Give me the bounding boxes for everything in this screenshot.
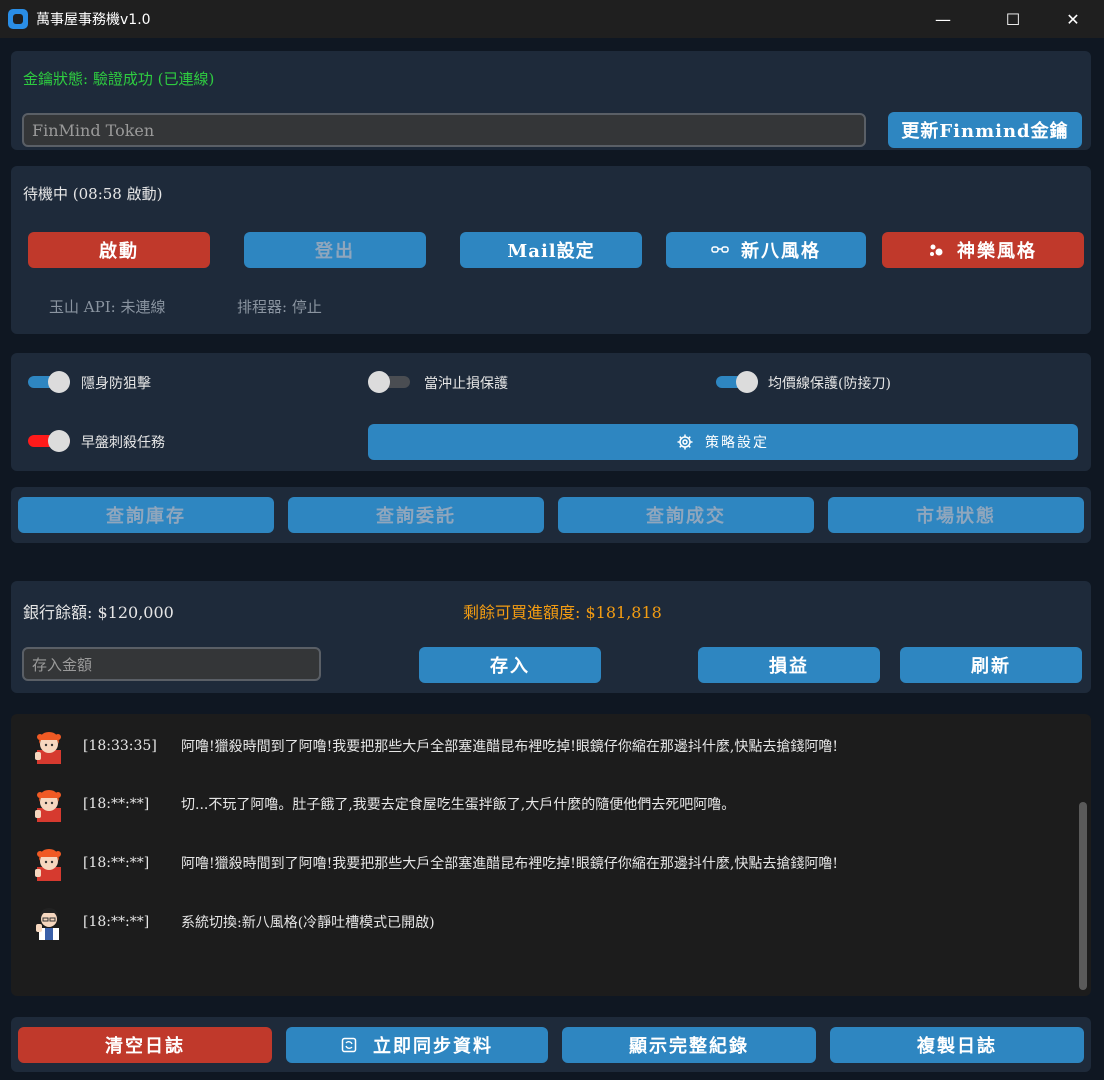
run-status: 待機中 (08:58 啟動) [23, 185, 163, 203]
log-message: 阿噜!獵殺時間到了阿噜!我要把那些大戶全部塞進醋昆布裡吃掉!眼鏡仔你縮在那邊抖什… [181, 856, 838, 872]
log-scrollbar[interactable] [1079, 802, 1087, 990]
strategy-settings-button[interactable]: 策略設定 [368, 424, 1078, 460]
shinpachi-style-button[interactable]: 新八風格 [666, 232, 866, 268]
close-button[interactable]: ✕ [1050, 0, 1096, 38]
kagura-avatar [31, 786, 67, 822]
maximize-icon: ☐ [1005, 9, 1021, 29]
log-time: [18:**:**] [83, 914, 150, 930]
start-button[interactable]: 啟動 [28, 232, 210, 268]
control-panel: 待機中 (08:58 啟動) 啟動 登出 Mail設定 新八風格 神樂風格 玉山… [11, 166, 1091, 334]
refresh-button[interactable]: 刷新 [900, 647, 1082, 683]
copy-log-button[interactable]: 複製日誌 [830, 1027, 1084, 1063]
minimize-button[interactable]: — [920, 0, 966, 38]
app-icon [8, 9, 28, 29]
stealth-toggle[interactable] [28, 371, 70, 393]
deposit-placeholder: 存入金額 [32, 655, 93, 674]
paw-icon [930, 244, 943, 256]
title-bar: 萬事屋事務機v1.0 — ☐ ✕ [0, 0, 1104, 38]
bank-panel: 銀行餘額: $120,000 剩餘可買進額度: $181,818 存入金額 存入… [11, 581, 1091, 693]
shinpachi-avatar [31, 904, 67, 940]
vwap-protect-toggle[interactable] [716, 371, 758, 393]
log-entry: [18:**:**] 系統切換:新八風格(冷靜吐槽模式已開啟) [31, 902, 435, 942]
sync-icon [341, 1037, 357, 1053]
market-status-button[interactable]: 市場狀態 [828, 497, 1084, 533]
token-placeholder: FinMind Token [32, 120, 155, 140]
stealth-label: 隱身防狙擊 [81, 376, 151, 392]
log-message: 切...不玩了阿噜。肚子餓了,我要去定食屋吃生蛋拌飯了,大戶什麼的隨便他們去死吧… [181, 797, 736, 813]
log-time: [18:**:**] [83, 855, 150, 871]
log-panel[interactable]: [18:33:35] 阿噜!獵殺時間到了阿噜!我要把那些大戶全部塞進醋昆布裡吃掉… [11, 714, 1091, 996]
logout-button[interactable]: 登出 [244, 232, 426, 268]
key-panel: 金鑰狀態: 驗證成功 (已連線) FinMind Token 更新Finmind… [11, 51, 1091, 150]
maximize-button[interactable]: ☐ [990, 0, 1036, 38]
morning-assassin-toggle[interactable] [28, 430, 70, 452]
kagura-avatar [31, 728, 67, 764]
close-icon: ✕ [1066, 9, 1080, 29]
vwap-protect-label: 均價線保護(防接刀) [768, 376, 891, 392]
query-orders-button[interactable]: 查詢委託 [288, 497, 544, 533]
minimize-icon: — [935, 9, 951, 29]
key-status: 金鑰狀態: 驗證成功 (已連線) [23, 70, 215, 88]
bank-balance: 銀行餘額: $120,000 [23, 603, 174, 622]
sync-data-button[interactable]: 立即同步資料 [286, 1027, 548, 1063]
glasses-icon [711, 246, 729, 253]
query-inventory-button[interactable]: 查詢庫存 [18, 497, 274, 533]
deposit-button[interactable]: 存入 [419, 647, 601, 683]
log-message: 阿噜!獵殺時間到了阿噜!我要把那些大戶全部塞進醋昆布裡吃掉!眼鏡仔你縮在那邊抖什… [181, 739, 838, 755]
sync-data-label: 立即同步資料 [373, 1036, 493, 1057]
daytrade-stoploss-label: 當沖止損保護 [424, 376, 508, 392]
strategy-settings-label: 策略設定 [705, 435, 769, 451]
kagura-avatar [31, 845, 67, 881]
log-entry: [18:33:35] 阿噜!獵殺時間到了阿噜!我要把那些大戶全部塞進醋昆布裡吃掉… [31, 726, 838, 766]
update-key-button[interactable]: 更新Finmind金鑰 [888, 112, 1082, 148]
pnl-button[interactable]: 損益 [698, 647, 880, 683]
query-deals-button[interactable]: 查詢成交 [558, 497, 814, 533]
window-title: 萬事屋事務機v1.0 [36, 12, 151, 28]
log-entry: [18:**:**] 阿噜!獵殺時間到了阿噜!我要把那些大戶全部塞進醋昆布裡吃掉… [31, 843, 838, 883]
options-panel: 隱身防狙擊 當沖止損保護 均價線保護(防接刀) 早盤刺殺任務 策略設定 [11, 353, 1091, 471]
log-message: 系統切換:新八風格(冷靜吐槽模式已開啟) [181, 915, 435, 931]
gear-icon [677, 434, 693, 450]
shinpachi-style-label: 新八風格 [741, 241, 821, 262]
show-full-log-button[interactable]: 顯示完整紀錄 [562, 1027, 816, 1063]
kagura-style-label: 神樂風格 [957, 241, 1037, 262]
log-time: [18:**:**] [83, 796, 150, 812]
token-input[interactable]: FinMind Token [22, 113, 866, 147]
api-status: 玉山 API: 未連線 [49, 298, 166, 316]
log-entry: [18:**:**] 切...不玩了阿噜。肚子餓了,我要去定食屋吃生蛋拌飯了,大… [31, 784, 735, 824]
mail-settings-button[interactable]: Mail設定 [460, 232, 642, 268]
clear-log-button[interactable]: 清空日誌 [18, 1027, 272, 1063]
kagura-style-button[interactable]: 神樂風格 [882, 232, 1084, 268]
log-time: [18:33:35] [83, 738, 157, 754]
remaining-buying-power: 剩餘可買進額度: $181,818 [463, 603, 662, 622]
daytrade-stoploss-toggle[interactable] [368, 371, 410, 393]
deposit-amount-input[interactable]: 存入金額 [22, 647, 321, 681]
bottom-bar: 清空日誌 立即同步資料 顯示完整紀錄 複製日誌 [11, 1017, 1091, 1072]
scheduler-status: 排程器: 停止 [237, 298, 322, 316]
morning-assassin-label: 早盤刺殺任務 [81, 435, 165, 451]
query-panel: 查詢庫存 查詢委託 查詢成交 市場狀態 [11, 487, 1091, 543]
